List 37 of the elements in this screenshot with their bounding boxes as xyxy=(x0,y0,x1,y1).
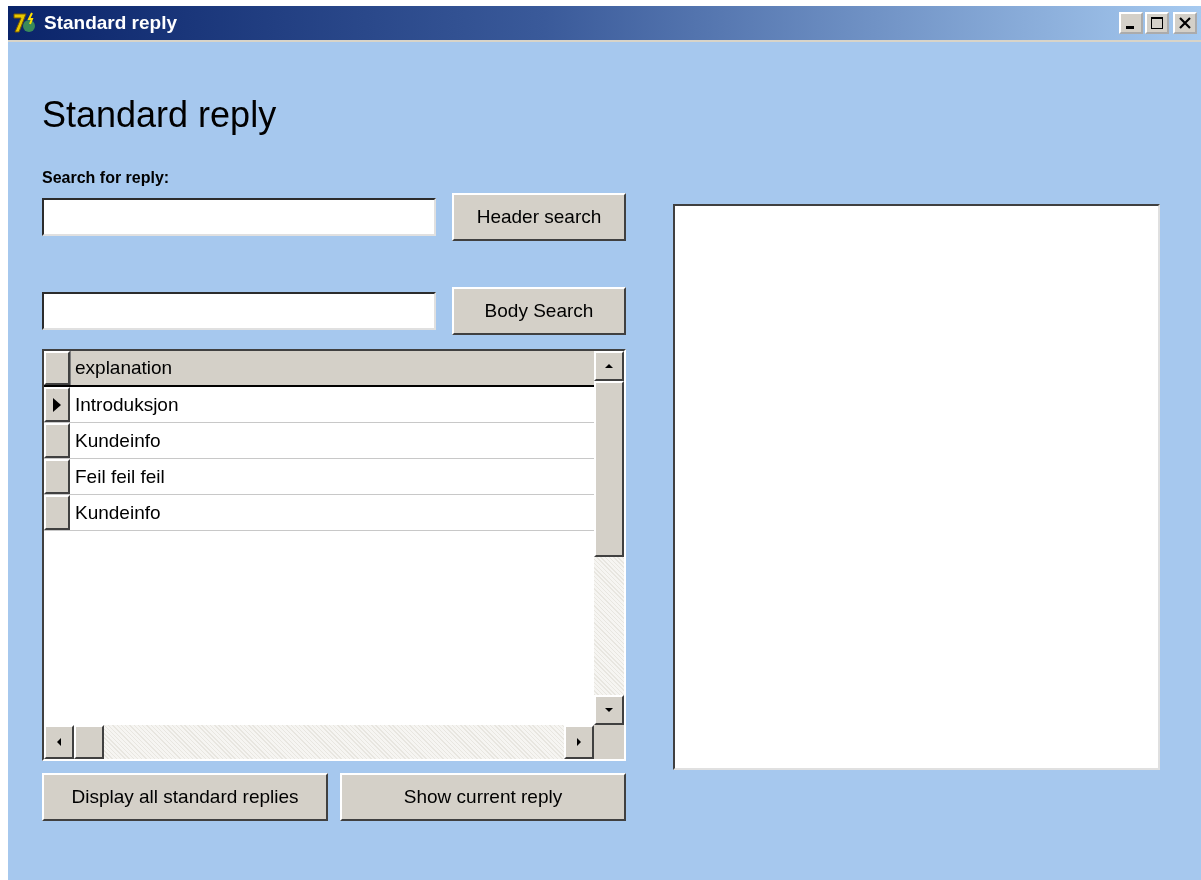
close-icon xyxy=(1177,16,1193,30)
row-selector[interactable] xyxy=(44,423,70,458)
maximize-button[interactable] xyxy=(1145,12,1169,34)
left-arrow-icon xyxy=(55,736,63,748)
vertical-scrollbar[interactable] xyxy=(594,351,624,725)
row-selector[interactable] xyxy=(44,495,70,530)
action-button[interactable]: Display all standard replies xyxy=(42,773,328,821)
scroll-thumb[interactable] xyxy=(74,725,104,759)
scroll-thumb[interactable] xyxy=(594,381,624,557)
row-selector[interactable] xyxy=(44,459,70,494)
horizontal-scrollbar[interactable] xyxy=(44,725,594,759)
search-label: Search for reply: xyxy=(42,169,170,187)
header-search-button[interactable]: Header search xyxy=(452,193,626,241)
header-search-field[interactable] xyxy=(42,198,436,236)
scroll-left-button[interactable] xyxy=(44,725,74,759)
minimize-icon xyxy=(1125,26,1134,29)
minimize-button[interactable] xyxy=(1119,12,1143,34)
close-button[interactable] xyxy=(1173,12,1197,34)
table-cell[interactable]: Introduksjon xyxy=(70,387,594,422)
scrollbar-corner xyxy=(594,725,624,759)
scroll-down-button[interactable] xyxy=(594,695,624,725)
table-cell[interactable]: Kundeinfo xyxy=(70,423,594,458)
body-search-button[interactable]: Body Search xyxy=(452,287,626,335)
action-button[interactable]: Show current reply xyxy=(340,773,626,821)
body-search-field[interactable] xyxy=(42,292,436,330)
table-cell[interactable]: Kundeinfo xyxy=(70,495,594,530)
down-arrow-icon xyxy=(603,706,615,714)
up-arrow-icon xyxy=(603,362,615,370)
scroll-right-button[interactable] xyxy=(564,725,594,759)
maximize-icon xyxy=(1149,16,1165,30)
page-heading: Standard reply xyxy=(42,94,277,136)
right-arrow-icon xyxy=(575,736,583,748)
current-row-icon xyxy=(52,396,62,413)
table-cell[interactable]: Feil feil feil xyxy=(70,459,594,494)
window-title: Standard reply xyxy=(44,12,179,34)
row-selector[interactable] xyxy=(44,387,70,422)
scroll-up-button[interactable] xyxy=(594,351,624,381)
